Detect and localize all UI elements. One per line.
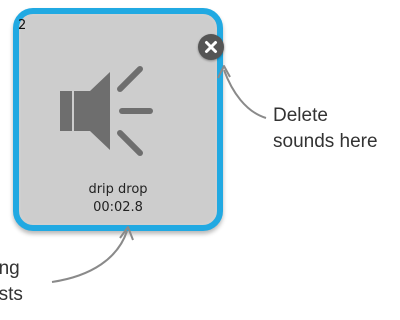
close-icon bbox=[205, 41, 217, 53]
delete-callout-line: Delete bbox=[273, 105, 328, 126]
length-callout-text: ong asts bbox=[0, 256, 23, 308]
delete-callout-line: sounds here bbox=[273, 131, 378, 152]
delete-callout-text: Delete sounds here bbox=[273, 103, 378, 155]
delete-callout-arrow bbox=[223, 69, 267, 119]
length-callout-line: asts bbox=[0, 284, 23, 305]
speaker-icon bbox=[52, 54, 172, 164]
delete-sound-button[interactable] bbox=[198, 34, 224, 60]
sound-index: 2 bbox=[18, 18, 27, 33]
length-callout-arrow bbox=[51, 230, 128, 283]
sound-length: 00:02.8 bbox=[93, 200, 143, 215]
sound-tile-help-diagram: 2 drip drop 00:02.8 Delete sounds here o… bbox=[0, 0, 400, 320]
length-callout-line: ong bbox=[0, 258, 20, 279]
sound-name: drip drop bbox=[88, 182, 148, 197]
